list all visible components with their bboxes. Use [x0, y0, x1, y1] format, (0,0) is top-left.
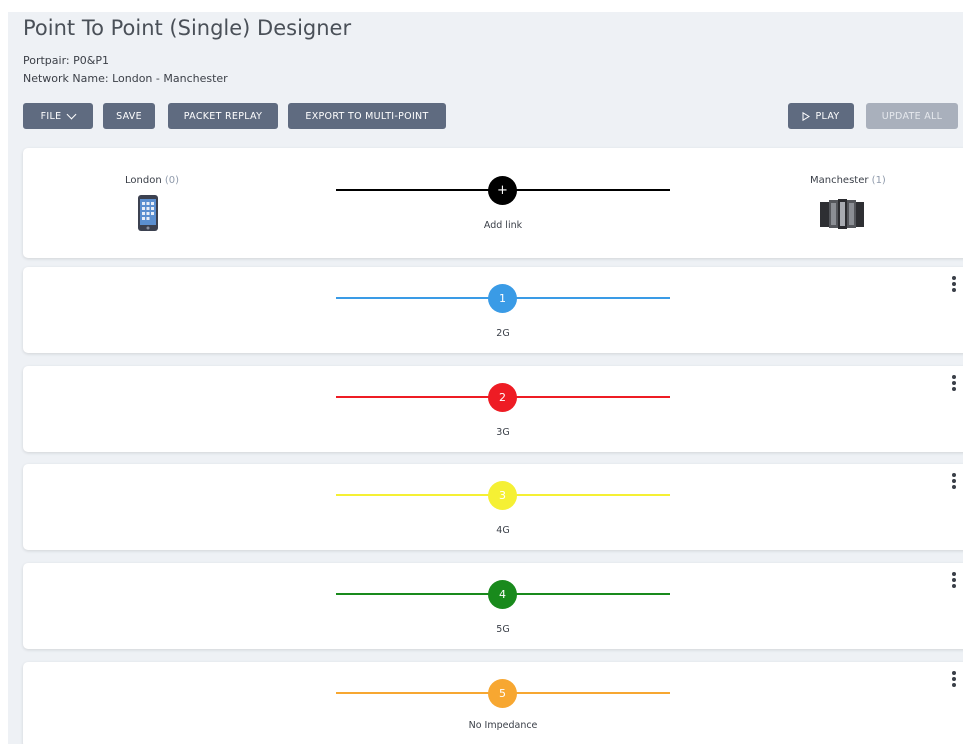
london-endpoint-label: London (0) [125, 175, 179, 186]
server-rack-icon[interactable] [818, 199, 866, 229]
play-icon [802, 111, 811, 121]
link-card-4: 4 5G [23, 563, 963, 649]
link-label-3: 4G [496, 525, 510, 536]
link-label-4: 5G [496, 624, 510, 635]
manchester-count: (1) [871, 175, 886, 186]
play-button[interactable]: PLAY [788, 103, 854, 129]
designer-panel: Point To Point (Single) Designer Portpai… [8, 12, 963, 744]
more-options-icon[interactable] [949, 671, 959, 689]
update-all-button[interactable]: UPDATE ALL [866, 103, 958, 129]
link-card-3: 3 4G [23, 464, 963, 550]
mobile-phone-icon[interactable] [137, 194, 159, 232]
save-button[interactable]: SAVE [103, 103, 155, 129]
page-title: Point To Point (Single) Designer [23, 16, 352, 40]
clipped-heading-strip [0, 0, 963, 12]
add-link-label: Add link [483, 220, 523, 231]
link-card-5: 5 No Impedance [23, 662, 963, 744]
endpoints-card: London (0) + Add link Manchester (1) [23, 148, 963, 258]
link-number-badge-2[interactable]: 2 [488, 383, 517, 412]
manchester-endpoint-label: Manchester (1) [810, 175, 886, 186]
file-menu-button[interactable]: FILE [23, 103, 93, 129]
link-card-2: 2 3G [23, 366, 963, 452]
more-options-icon[interactable] [949, 276, 959, 294]
more-options-icon[interactable] [949, 572, 959, 590]
link-number-badge-3[interactable]: 3 [488, 481, 517, 510]
add-link-button[interactable]: + [488, 176, 517, 205]
link-label-1: 2G [496, 328, 510, 339]
play-button-label: PLAY [815, 110, 840, 122]
manchester-name: Manchester [810, 175, 869, 186]
link-number-badge-1[interactable]: 1 [488, 284, 517, 313]
link-number-badge-5[interactable]: 5 [488, 679, 517, 708]
portpair-text: Portpair: P0&P1 [23, 54, 109, 67]
chevron-down-icon [66, 109, 77, 119]
link-card-1: 1 2G [23, 267, 963, 353]
london-count: (0) [164, 175, 180, 186]
link-label-2: 3G [496, 427, 510, 438]
export-to-multi-point-button[interactable]: EXPORT TO MULTI-POINT [288, 103, 446, 129]
london-name: London [125, 175, 162, 186]
link-label-5: No Impedance [468, 720, 538, 731]
file-button-label: FILE [40, 110, 62, 122]
more-options-icon[interactable] [949, 375, 959, 393]
packet-replay-button[interactable]: PACKET REPLAY [168, 103, 278, 129]
network-name-text: Network Name: London - Manchester [23, 72, 228, 85]
link-number-badge-4[interactable]: 4 [488, 580, 517, 609]
more-options-icon[interactable] [949, 473, 959, 491]
